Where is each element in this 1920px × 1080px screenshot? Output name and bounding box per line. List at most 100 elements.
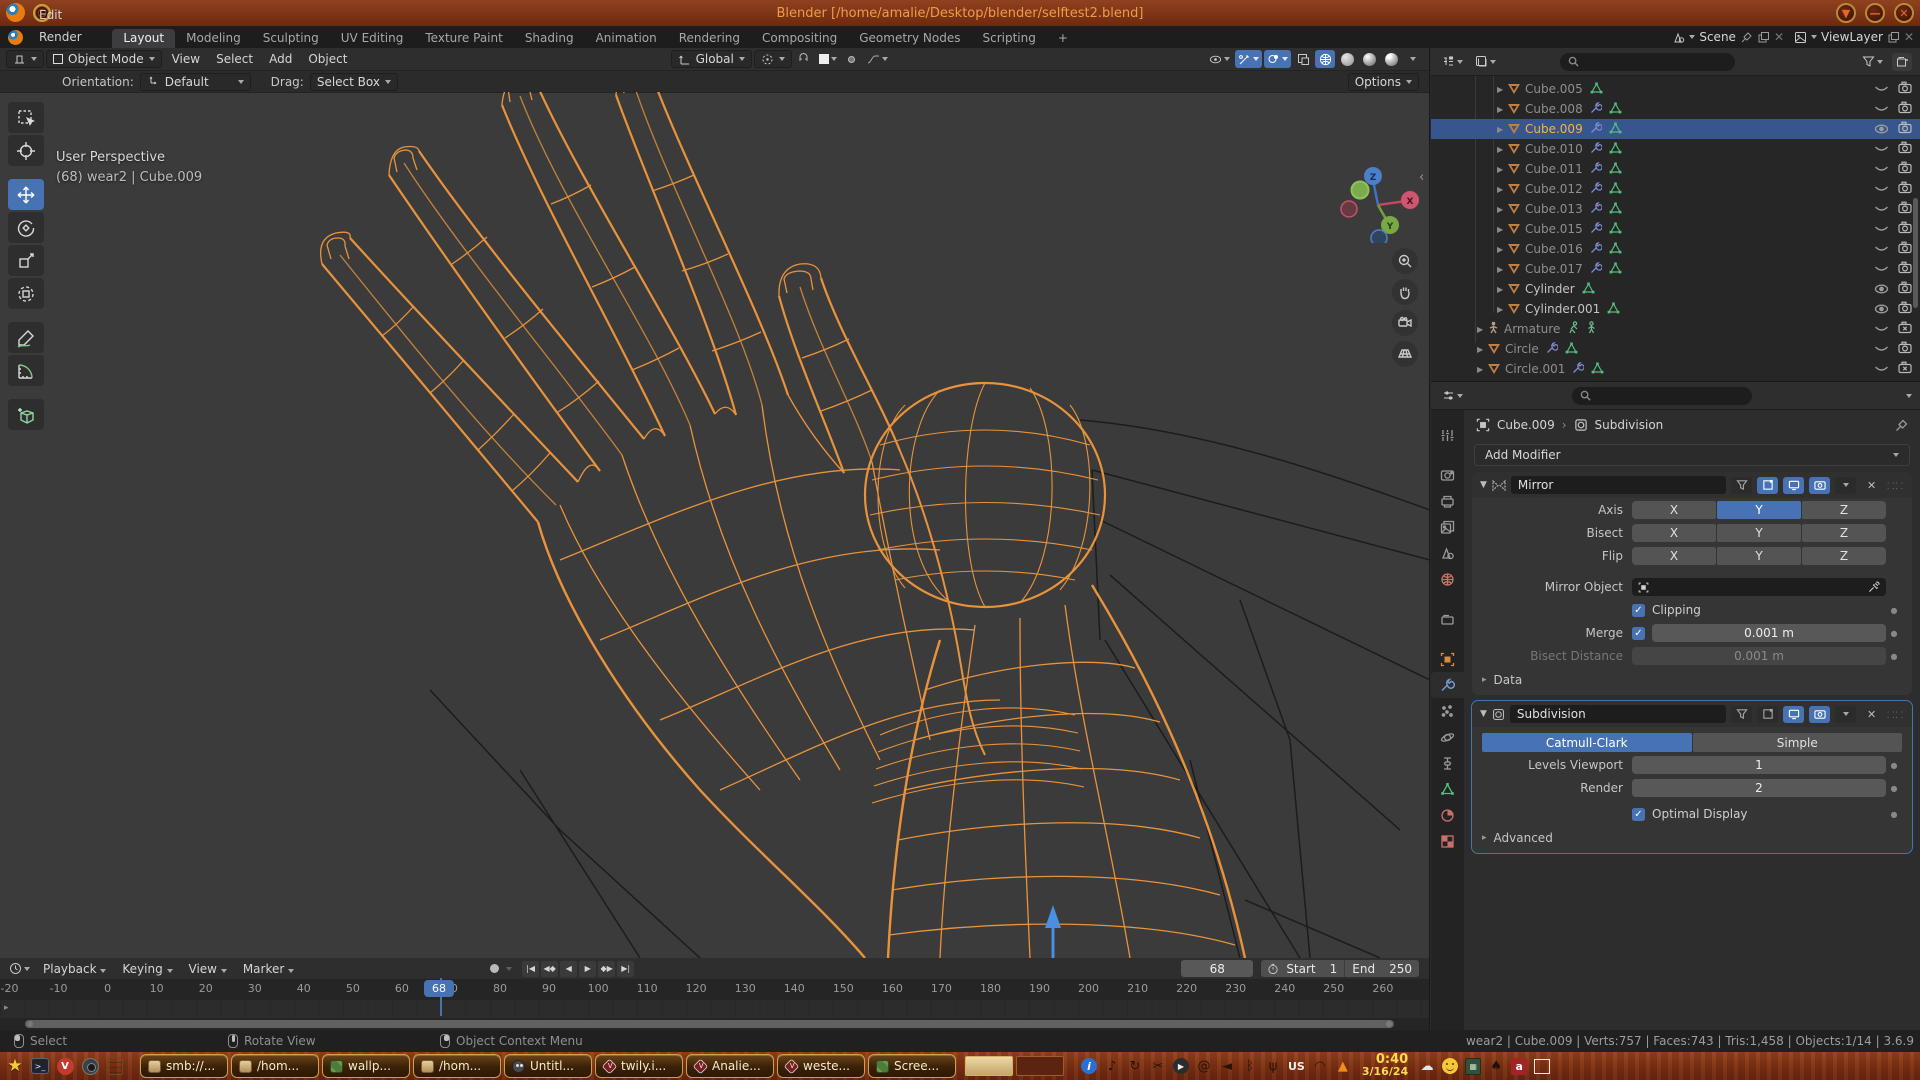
tray-icon[interactable]: ψ [1265, 1058, 1281, 1074]
start-frame-field[interactable]: 1 [1323, 962, 1345, 976]
tray-icon[interactable] [1442, 1058, 1458, 1074]
viewport-3d[interactable]: Object Mode ViewSelectAddObject Global [0, 48, 1430, 958]
timeline-menu[interactable]: Playback [35, 962, 114, 976]
render-toggle[interactable] [1809, 477, 1830, 494]
tray-icon[interactable]: ▦ [1465, 1058, 1481, 1075]
timeline-menu[interactable]: Keying [114, 962, 180, 976]
move-tool[interactable] [8, 179, 44, 210]
new-scene-icon[interactable] [1757, 31, 1770, 44]
archive-launcher[interactable] [104, 1055, 126, 1077]
realtime-toggle[interactable] [1783, 706, 1804, 723]
disable-render-toggle[interactable] [1898, 361, 1912, 377]
expand-arrow-icon[interactable]: ▶ [1497, 165, 1507, 174]
outliner-scrollbar[interactable] [1913, 198, 1918, 308]
snap-toggle[interactable] [794, 50, 814, 68]
pin-icon[interactable] [1895, 419, 1908, 432]
tray-icon[interactable]: ♪ [1104, 1058, 1120, 1074]
workspace-tab[interactable]: Animation [585, 29, 668, 48]
hide-viewport-toggle[interactable] [1874, 143, 1889, 155]
workspace-tab[interactable]: Layout [112, 29, 175, 48]
tab-tool[interactable] [1431, 422, 1464, 448]
zoom-button[interactable] [1392, 248, 1418, 274]
new-collection-button[interactable] [1892, 53, 1912, 71]
extras-dropdown[interactable] [1835, 477, 1856, 494]
outliner-row[interactable]: ▶ Cylinder [1431, 279, 1920, 299]
outliner-row[interactable]: ▶ Cube.005 [1431, 79, 1920, 99]
tab-data[interactable] [1431, 776, 1464, 802]
advanced-section-toggle[interactable]: ▸Advanced [1472, 825, 1912, 845]
workspace-1[interactable] [965, 1056, 1013, 1076]
measure-tool[interactable] [8, 355, 44, 386]
outliner-row[interactable]: ▶ Cube.009 [1431, 119, 1920, 139]
workspace-tab[interactable]: Texture Paint [414, 29, 513, 48]
workspace-tab[interactable]: Rendering [668, 29, 751, 48]
transport-button[interactable]: |◀ [522, 961, 539, 977]
tray-icon[interactable]: a [1511, 1058, 1527, 1075]
collapse-icon[interactable]: ▼ [1480, 480, 1487, 490]
expand-arrow-icon[interactable]: ▶ [1497, 145, 1507, 154]
timeline-menu[interactable]: View [181, 962, 235, 976]
visibility-dropdown[interactable] [1206, 50, 1233, 68]
hide-viewport-toggle[interactable] [1874, 243, 1889, 255]
current-frame-field[interactable]: 68 [1181, 960, 1253, 977]
disable-render-toggle[interactable] [1898, 321, 1912, 337]
workspace-tab[interactable]: + [1047, 29, 1079, 48]
hide-viewport-toggle[interactable] [1874, 263, 1889, 275]
minimize-button[interactable]: — [1865, 3, 1885, 23]
annotate-tool[interactable] [8, 322, 44, 353]
channel-expand-icon[interactable]: ▸ [4, 1003, 9, 1013]
render-levels-field[interactable]: 2 [1632, 779, 1886, 797]
transport-button[interactable]: ▶| [617, 961, 634, 977]
taskbar-window-button[interactable]: weste... ◄) [777, 1054, 865, 1078]
hide-viewport-toggle[interactable] [1874, 283, 1889, 295]
pin-icon[interactable] [1740, 31, 1753, 44]
tab-world[interactable] [1431, 566, 1464, 592]
close-button[interactable]: ✕ [1894, 3, 1914, 23]
tab-physics[interactable] [1431, 724, 1464, 750]
workspace-tab[interactable]: Modeling [175, 29, 252, 48]
timeline-ruler[interactable]: -20-100102030405060708090100110120130140… [0, 980, 1429, 1000]
tray-icon[interactable] [1534, 1059, 1550, 1074]
axis-y-button[interactable]: Y [1717, 547, 1801, 565]
collapse-icon[interactable]: ▼ [1480, 709, 1487, 719]
scene-selector[interactable]: Scene ✕ [1672, 30, 1784, 44]
optimal-display-checkbox[interactable]: ✓ [1632, 808, 1645, 821]
eyedropper-icon[interactable] [1868, 581, 1880, 593]
menu-item[interactable]: Edit [29, 4, 96, 26]
properties-editor-type[interactable] [1439, 387, 1466, 405]
expand-arrow-icon[interactable]: ▶ [1497, 285, 1507, 294]
breadcrumb-object[interactable]: Cube.009 [1497, 418, 1555, 432]
timeline-channels[interactable]: ▸ [0, 1000, 1429, 1018]
expand-arrow-icon[interactable]: ▶ [1497, 85, 1507, 94]
editor-type-button[interactable] [6, 50, 44, 68]
tab-scene[interactable] [1431, 540, 1464, 566]
disable-render-toggle[interactable] [1898, 161, 1912, 177]
hide-viewport-toggle[interactable] [1874, 303, 1889, 315]
auto-keying-toggle[interactable] [484, 960, 504, 978]
tray-icon[interactable]: US [1288, 1058, 1305, 1074]
hide-viewport-toggle[interactable] [1874, 343, 1889, 355]
merge-checkbox[interactable]: ✓ [1632, 627, 1645, 640]
axis-z-button[interactable]: Z [1802, 547, 1886, 565]
outliner-row[interactable]: ▶ Cube.012 [1431, 179, 1920, 199]
disable-render-toggle[interactable] [1898, 81, 1912, 97]
tray-icon[interactable]: ↻ [1127, 1058, 1143, 1074]
render-toggle[interactable] [1809, 706, 1830, 723]
taskbar-window-button[interactable]: wallp... ◄) [322, 1054, 410, 1078]
disable-render-toggle[interactable] [1898, 121, 1912, 137]
expand-arrow-icon[interactable]: ▶ [1497, 205, 1507, 214]
axis-z-negative[interactable] [1371, 230, 1387, 243]
on-cage-toggle[interactable] [1731, 706, 1752, 723]
hide-viewport-toggle[interactable] [1874, 103, 1889, 115]
end-frame-field[interactable]: 250 [1382, 962, 1419, 976]
taskbar-clock[interactable]: 0:40 3/16/24 [1362, 1054, 1408, 1078]
workspace-2[interactable] [1016, 1056, 1064, 1076]
scale-tool[interactable] [8, 245, 44, 276]
tab-material[interactable] [1431, 802, 1464, 828]
taskbar-window-button[interactable]: twily.i... ◄) [595, 1054, 683, 1078]
viewlayer-selector[interactable]: ViewLayer ✕ [1794, 30, 1914, 44]
hide-viewport-toggle[interactable] [1874, 363, 1889, 375]
drag-dropdown[interactable]: Select Box [310, 73, 398, 91]
cursor-tool[interactable] [8, 135, 44, 166]
expand-arrow-icon[interactable]: ▶ [1497, 245, 1507, 254]
